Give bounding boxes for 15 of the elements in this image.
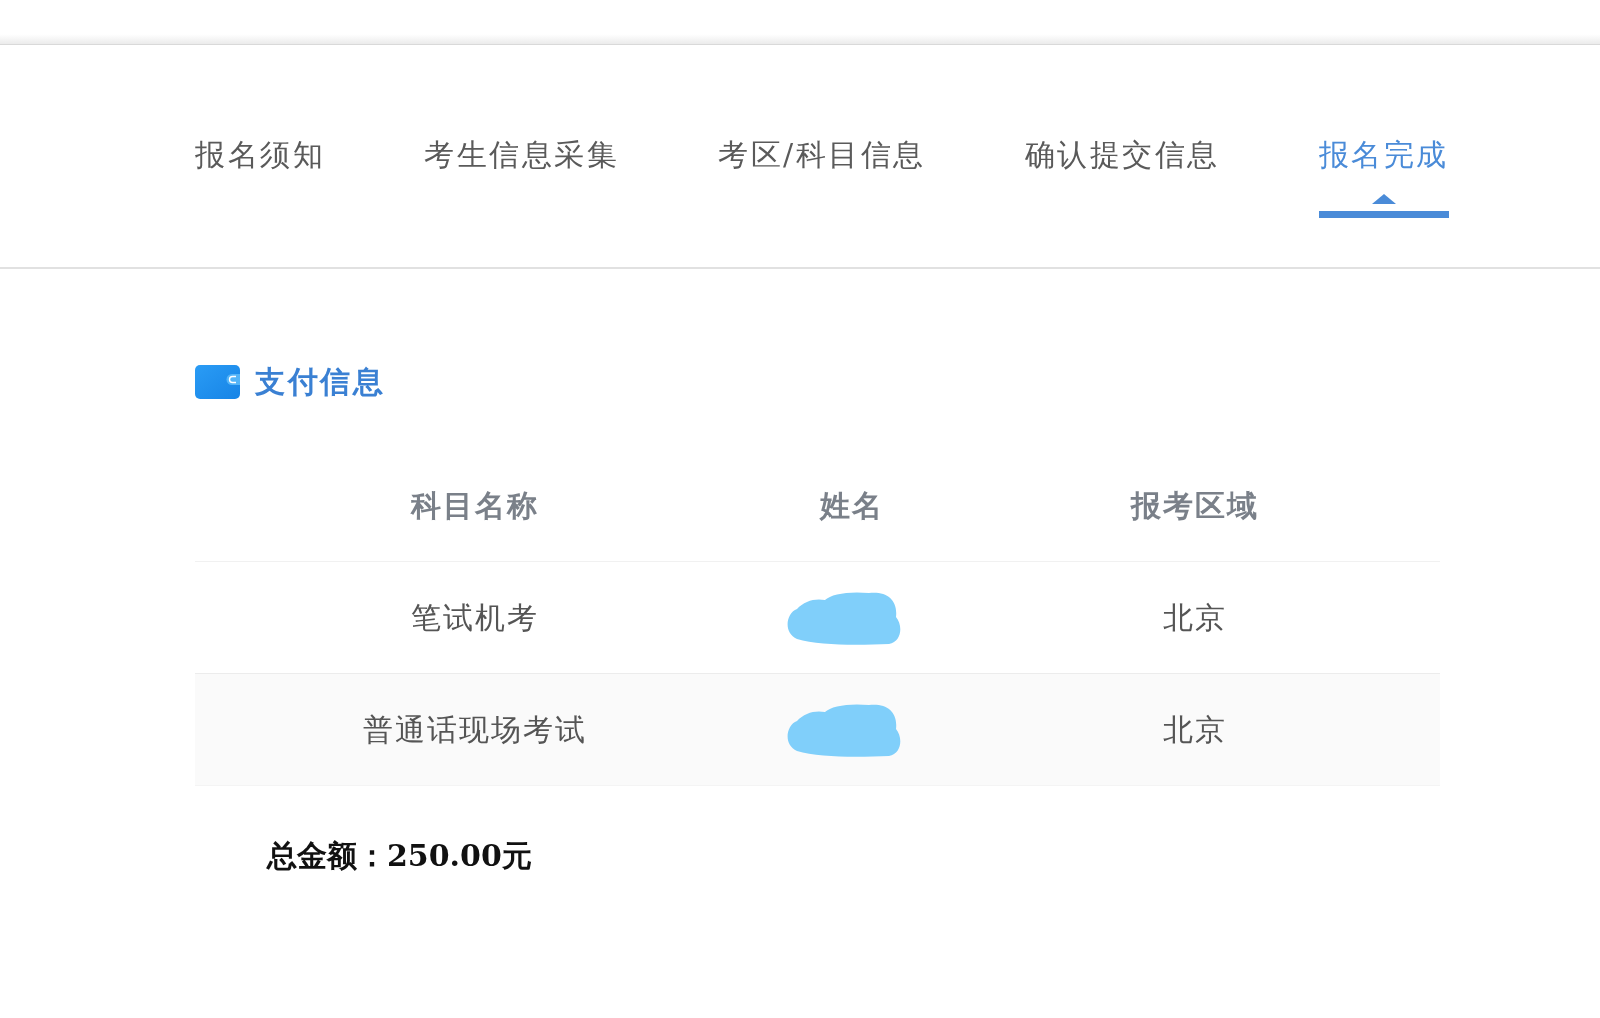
step-label: 报名须知 [195,136,325,174]
total-amount: 总金额：250.00元 [267,837,532,875]
section-title: 支付信息 [255,363,385,401]
table-cell-text: 普通话现场考试 [363,710,588,749]
step-label: 报名完成 [1318,136,1449,174]
column-header: 科目名称 [411,486,540,525]
table-cell-text: 北京 [1162,598,1227,637]
column-header: 姓名 [820,486,885,525]
table-cell-text: 北京 [1162,710,1227,749]
table-cell-text: 笔试机考 [411,598,540,637]
step-label: 考生信息采集 [424,136,619,174]
step-label: 确认提交信息 [1024,136,1220,174]
column-header: 报考区域 [1130,486,1259,525]
step-label: 考区/科目信息 [718,136,926,174]
active-step-marker-icon [1318,194,1449,218]
